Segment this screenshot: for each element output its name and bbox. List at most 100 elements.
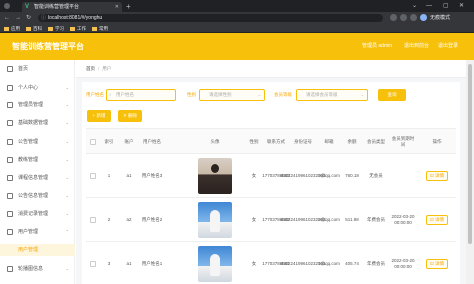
cell-expire: 2022-03-20 00:00:00 — [391, 258, 415, 269]
extension-icon[interactable] — [410, 14, 417, 21]
browser-tab[interactable]: V 智能训练营管理平台 ✕ — [22, 2, 122, 12]
cell-balance: 760.18 — [345, 173, 359, 178]
add-button-label: 新增 — [96, 113, 106, 118]
row-checkbox[interactable] — [90, 261, 96, 267]
table-row[interactable]: 2 a2 用户姓名2 女 17703786902 410224199610232… — [86, 198, 456, 242]
sidebar-item-label: 课程信息管理 — [18, 175, 49, 181]
member-level-placeholder: 请选择会员等级 — [306, 92, 338, 97]
bookmark-item[interactable]: 工作 — [70, 25, 86, 32]
chevron-down-icon: ⌄ — [360, 92, 364, 97]
cell-gender: 女 — [251, 217, 257, 222]
minimize-icon[interactable]: — — [426, 1, 432, 11]
sidebar-item-notice[interactable]: 公告管理 ⌄ — [0, 135, 75, 149]
delete-button[interactable]: ✕ 删除 — [118, 110, 142, 122]
carousel-icon — [7, 266, 13, 272]
share-icon[interactable] — [390, 14, 397, 21]
sidebar-subitem-users[interactable]: 用户管理 — [0, 244, 75, 256]
close-window-icon[interactable]: ✕ — [459, 1, 464, 11]
logout-link[interactable]: 退出登录 — [438, 42, 458, 51]
window-list-icon[interactable]: ⌄ — [412, 1, 417, 11]
url-input[interactable]: ⓘ localhost:8081/#/yonghu — [38, 14, 383, 22]
sidebar-item-course[interactable]: 课程信息管理 ⌄ — [0, 171, 75, 185]
coach-icon — [7, 157, 13, 163]
sidebar-item-admins[interactable]: 管理员管理 ⌄ — [0, 98, 75, 112]
bookmark-item[interactable]: 百科 — [26, 25, 42, 32]
bookmark-item[interactable]: 常用 — [92, 25, 108, 32]
gender-select[interactable]: 请选择性别 ⌄ — [199, 89, 265, 101]
sidebar-item-profile[interactable]: 个人中心 ⌄ — [0, 81, 75, 95]
site-info-icon[interactable]: ⓘ — [41, 14, 46, 22]
search-form: 用户姓名 ⌕ 用户姓名 性别 请选择性别 ⌄ 会员等级 请选择会员等级 ⌄ 查询 — [82, 88, 460, 102]
name-search-input[interactable]: ⌕ 用户姓名 — [106, 89, 176, 101]
breadcrumb-separator: / — [98, 66, 100, 71]
column-header: 身份证号 — [294, 139, 312, 144]
sidebar-item-label: 教练管理 — [18, 157, 39, 163]
sidebar-item-coach[interactable]: 教练管理 ⌄ — [0, 153, 75, 167]
cell-actions: ⊡ 详情 — [420, 198, 454, 242]
sidebar-item-label: 基础数据管理 — [18, 120, 49, 126]
cell-account: a2 — [126, 217, 132, 222]
row-checkbox[interactable] — [90, 173, 96, 179]
member-level-select[interactable]: 请选择会员等级 ⌄ — [296, 89, 368, 101]
query-button[interactable]: 查询 — [378, 89, 406, 101]
detail-button-label: 详情 — [435, 217, 445, 222]
info-icon — [7, 193, 13, 199]
sidebar-item-records[interactable]: 消费记录管理 ⌄ — [0, 207, 75, 221]
tab-search-icon[interactable] — [4, 3, 10, 9]
name-search-label: 用户姓名 — [86, 92, 104, 97]
cell-email: 1@qq.com — [318, 261, 340, 266]
sidebar: 首页 个人中心 ⌄ 管理员管理 ⌄ 基础数据管理 ⌄ 公告管理 ⌄ 教练管理 ⌄… — [0, 60, 75, 284]
sidebar-item-base-data[interactable]: 基础数据管理 ⌄ — [0, 116, 75, 130]
profile-label[interactable]: 无痕模式 — [430, 14, 450, 22]
detail-button[interactable]: ⊡ 详情 — [426, 171, 448, 181]
avatar — [198, 202, 232, 238]
select-all-checkbox[interactable] — [90, 139, 96, 145]
sidebar-item-label: 公告信息管理 — [18, 193, 49, 199]
cell-balance: 511.98 — [345, 217, 359, 222]
vue-favicon-icon: V — [25, 4, 30, 10]
cell-index: 2 — [107, 217, 111, 222]
exit-to-front-link[interactable]: 退出到前台 — [404, 42, 429, 51]
bookmark-item[interactable]: 应用 — [4, 25, 20, 32]
scrollbar-thumb[interactable] — [468, 64, 472, 244]
folder-icon — [26, 26, 31, 31]
cell-gender: 女 — [251, 261, 257, 266]
app-title: 智能训练营管理平台 — [12, 42, 84, 51]
reload-icon[interactable]: ↻ — [26, 14, 31, 22]
new-tab-icon[interactable]: + — [126, 2, 131, 12]
detail-button[interactable]: ⊡ 详情 — [426, 215, 448, 225]
row-checkbox[interactable] — [90, 217, 96, 223]
admin-icon — [7, 102, 13, 108]
forward-icon[interactable]: → — [15, 14, 21, 22]
sidebar-item-label: 管理员管理 — [18, 102, 44, 108]
page-scrollbar[interactable] — [466, 60, 474, 284]
add-button[interactable]: + 新增 — [87, 110, 111, 122]
breadcrumb-home[interactable]: 首页 — [86, 66, 95, 71]
back-icon[interactable]: ← — [4, 14, 10, 22]
maximize-icon[interactable]: ▢ — [443, 1, 449, 11]
gender-label: 性别 — [187, 92, 196, 97]
cell-id-card: 410224199610232003 — [280, 173, 326, 178]
sidebar-item-home[interactable]: 首页 — [0, 62, 75, 76]
table-row[interactable]: 3 a1 用户姓名1 女 17703786901 410224199610232… — [86, 242, 456, 284]
sidebar-item-notice-info[interactable]: 公告信息管理 ⌄ — [0, 189, 75, 203]
bookmark-item[interactable]: 学习 — [48, 25, 64, 32]
chevron-up-icon: ⌃ — [65, 229, 69, 234]
close-tab-icon[interactable]: ✕ — [115, 2, 119, 12]
user-icon — [7, 85, 13, 91]
chevron-down-icon: ⌄ — [65, 120, 69, 125]
cell-id-card: 410224199610232002 — [280, 217, 326, 222]
avatar-figure — [210, 254, 220, 276]
bookmark-star-icon[interactable] — [400, 14, 407, 21]
sidebar-item-users[interactable]: 用户管理 ⌃ — [0, 225, 75, 239]
detail-button[interactable]: ⊡ 详情 — [426, 259, 448, 269]
incognito-avatar-icon[interactable] — [420, 14, 427, 21]
apps-icon — [4, 26, 9, 31]
sidebar-item-carousel[interactable]: 轮播图信息 ⌄ — [0, 262, 75, 276]
table-header: 索引 账户 用户姓名 头像 性别 联系方式 身份证号 邮箱 余额 会员类型 会员… — [86, 128, 456, 154]
cell-account: a1 — [126, 261, 132, 266]
member-level-label: 会员等级 — [274, 92, 292, 97]
row-select-cell — [86, 154, 100, 198]
name-search-placeholder: 用户姓名 — [116, 92, 134, 97]
table-row[interactable]: 1 a1 用户姓名3 女 17703786903 410224199610232… — [86, 154, 456, 198]
